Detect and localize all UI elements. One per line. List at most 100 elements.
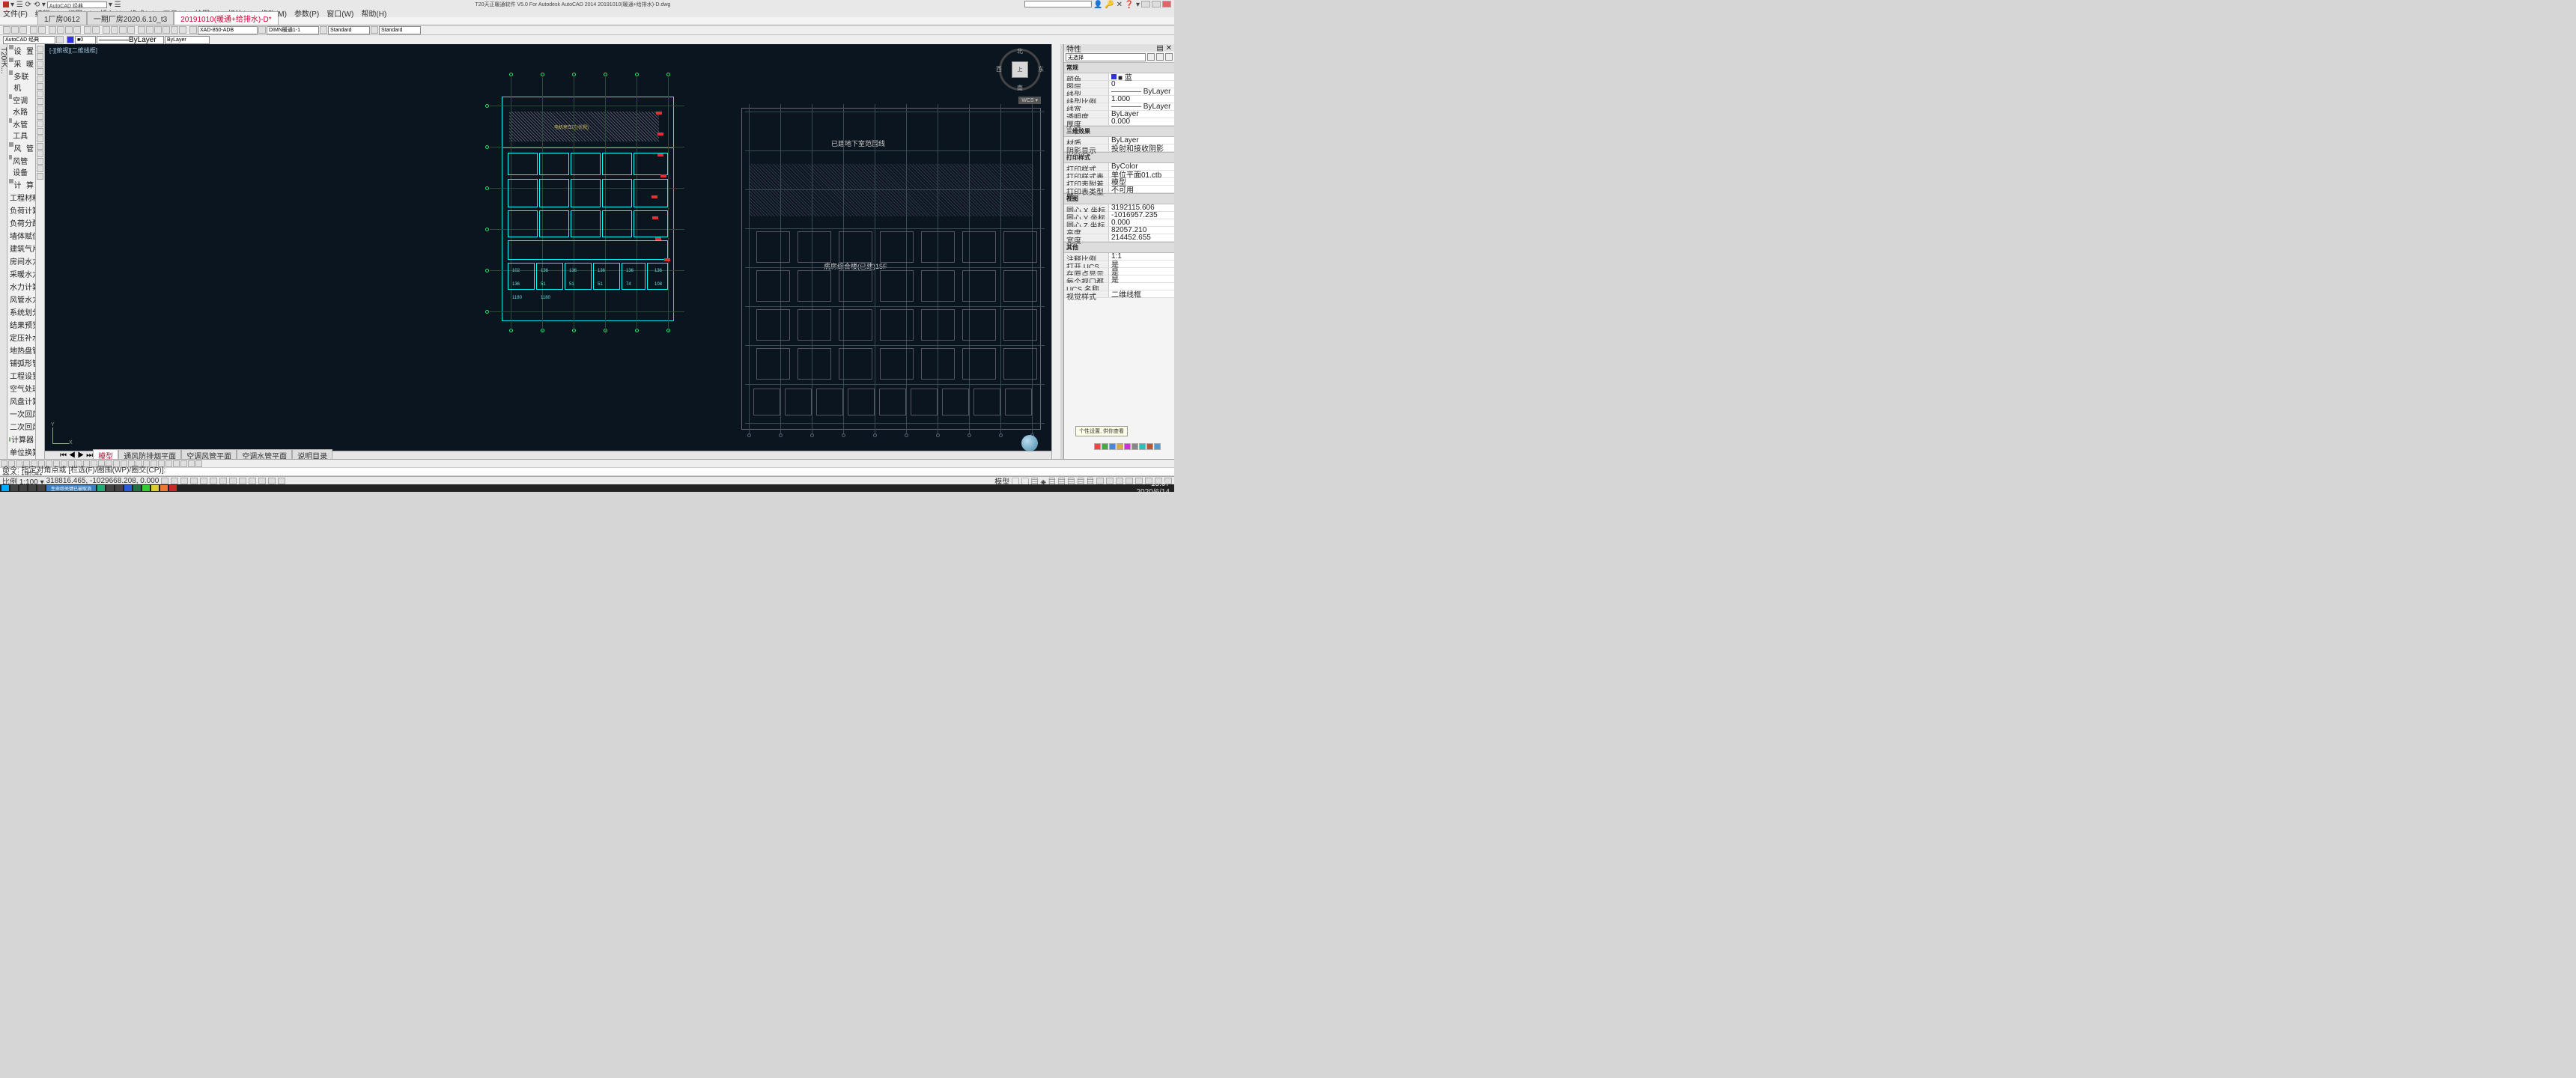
lineweight-combo[interactable]: ByLayer (165, 36, 210, 44)
search-icon[interactable] (10, 485, 18, 491)
sogou-icon[interactable] (160, 485, 168, 491)
tree-item[interactable]: 工程设置 (7, 369, 35, 382)
menu-window[interactable]: 窗口(W) (326, 7, 353, 19)
float-icon-7[interactable] (1139, 443, 1146, 450)
point-icon[interactable] (37, 113, 43, 120)
status-r4[interactable] (1126, 478, 1133, 484)
spline-icon[interactable] (37, 128, 43, 135)
wechat-icon[interactable] (142, 485, 150, 491)
paste-icon[interactable] (65, 26, 73, 34)
tree-item[interactable]: 负荷分配 (7, 216, 35, 229)
ducs-toggle[interactable] (219, 478, 227, 484)
qp-toggle[interactable] (258, 478, 266, 484)
viewcube-face[interactable]: 上 (1012, 61, 1028, 78)
zoom-icon[interactable] (111, 26, 118, 34)
tree-item[interactable]: 铺弧形管 (7, 356, 35, 369)
explorer-icon[interactable] (37, 485, 45, 491)
tree-item[interactable]: 风管水力 (7, 293, 35, 305)
markup-icon[interactable] (171, 26, 178, 34)
float-icon-5[interactable] (1124, 443, 1131, 450)
new-icon[interactable] (3, 26, 10, 34)
word-icon[interactable] (124, 485, 132, 491)
user-icon[interactable]: 👤 🔑 ✕ ❓ ▾ (1093, 1, 1140, 9)
tree-item[interactable]: 水力计算 (7, 280, 35, 293)
osnap-toggle[interactable] (200, 478, 207, 484)
float-icon-1[interactable] (1094, 443, 1101, 450)
menu-file[interactable]: 文件(F) (3, 7, 28, 19)
menu-help[interactable]: 帮助(H) (361, 7, 386, 19)
tree-item[interactable]: 二次回风 (7, 420, 35, 433)
minimize-button[interactable] (1141, 1, 1150, 7)
layer-mgr-icon[interactable] (189, 26, 197, 34)
pan-icon[interactable] (103, 26, 110, 34)
excel-icon[interactable] (133, 485, 141, 491)
cut-icon[interactable] (49, 26, 56, 34)
rect-icon[interactable] (37, 76, 43, 82)
arc-icon[interactable] (37, 68, 43, 75)
line-icon[interactable] (37, 46, 43, 52)
viewport-label[interactable]: [-][俯视][二维线框] (49, 46, 97, 55)
tree-item[interactable]: 建筑气片 (7, 242, 35, 255)
layer-combo[interactable]: XAD-850-ADB (198, 26, 258, 34)
layer-prev-icon[interactable] (258, 26, 266, 34)
tree-item[interactable]: 一次回风 (7, 407, 35, 420)
props-row[interactable]: 颜色■ 蓝 (1064, 73, 1174, 81)
start-button[interactable] (1, 485, 9, 491)
attr-icon[interactable] (195, 460, 202, 467)
xline-icon[interactable] (37, 135, 43, 142)
textstyle-combo[interactable]: Standard (328, 26, 370, 34)
props-row[interactable]: 在原点显示 UCS 图标是 (1064, 268, 1174, 275)
props-value[interactable]: ■ 蓝 (1109, 73, 1174, 81)
circle-icon[interactable] (37, 61, 43, 67)
tree-item[interactable]: 风盘计算 (7, 395, 35, 407)
tree-item[interactable]: 结果预览 (7, 318, 35, 331)
doc-tab-0[interactable]: 1厂房0612 (37, 11, 87, 25)
float-icon-8[interactable] (1146, 443, 1153, 450)
layout-nav-first[interactable]: ⏮ ◀ ▶ ⏭ (60, 451, 93, 460)
float-icon-4[interactable] (1117, 443, 1123, 450)
ray-icon[interactable] (37, 143, 43, 150)
tree-item[interactable]: 工程材料 (7, 191, 35, 204)
insert-icon[interactable] (37, 165, 43, 172)
dimstyle-combo[interactable]: DIMN暖通1-1 (267, 26, 319, 34)
polar-toggle[interactable] (190, 478, 198, 484)
taskview-icon[interactable] (28, 485, 36, 491)
props-value[interactable]: 1:1 (1109, 253, 1174, 261)
tree-item[interactable]: 计算器 (7, 433, 35, 445)
left-dock-strip[interactable]: T20天... (0, 44, 7, 459)
redo-icon[interactable] (92, 26, 100, 34)
pline-icon[interactable] (37, 53, 43, 60)
color-combo[interactable]: ■0 (75, 36, 96, 44)
tree-item[interactable]: 空气处理 (7, 382, 35, 395)
props-icon[interactable] (138, 26, 145, 34)
selectobj-icon[interactable] (1156, 53, 1164, 61)
chrome-icon[interactable] (106, 485, 114, 491)
ellipse-icon[interactable] (37, 83, 43, 90)
doc-tab-2[interactable]: 20191010(暖通+给排水)-D* (174, 11, 278, 25)
zoom-prev-icon[interactable] (127, 26, 135, 34)
taskbar-clock[interactable]: 13:072020/6/14 (1137, 480, 1173, 496)
region-icon[interactable] (37, 121, 43, 127)
edge-icon[interactable] (97, 485, 105, 491)
sheet-icon[interactable] (162, 26, 170, 34)
linetype-combo[interactable]: ByLayer (97, 36, 164, 44)
props-row[interactable]: 打开 UCS 图标是 (1064, 261, 1174, 268)
tree-item[interactable]: 房间水力 (7, 255, 35, 267)
tpy-toggle[interactable] (249, 478, 256, 484)
props-row[interactable]: 每个视口都显示 UCS是 (1064, 275, 1174, 283)
drawing-canvas[interactable]: [-][俯视][二维线框] 电机停车区(优视) 1021361361361361… (45, 44, 1051, 459)
dcenter-icon[interactable] (146, 26, 154, 34)
workspace-combo2[interactable]: AutoCAD 经典 (3, 36, 55, 44)
maximize-button[interactable] (1152, 1, 1161, 7)
tree-item[interactable]: 定压补水 (7, 331, 35, 344)
props-value[interactable]: 是 (1109, 261, 1174, 268)
float-icon-2[interactable] (1102, 443, 1108, 450)
mleads-icon[interactable] (165, 460, 172, 467)
nav-ball-icon[interactable] (1021, 435, 1038, 451)
props-close-icon[interactable]: ▤ ✕ (1156, 44, 1172, 52)
selection-combo[interactable]: 无选择 (1066, 53, 1146, 61)
wipe-icon[interactable] (173, 460, 180, 467)
viewcube[interactable]: 上 北 南 西 东 WCS ▾ (999, 49, 1041, 91)
pickadd-icon[interactable] (1165, 53, 1173, 61)
save-icon[interactable] (19, 26, 27, 34)
